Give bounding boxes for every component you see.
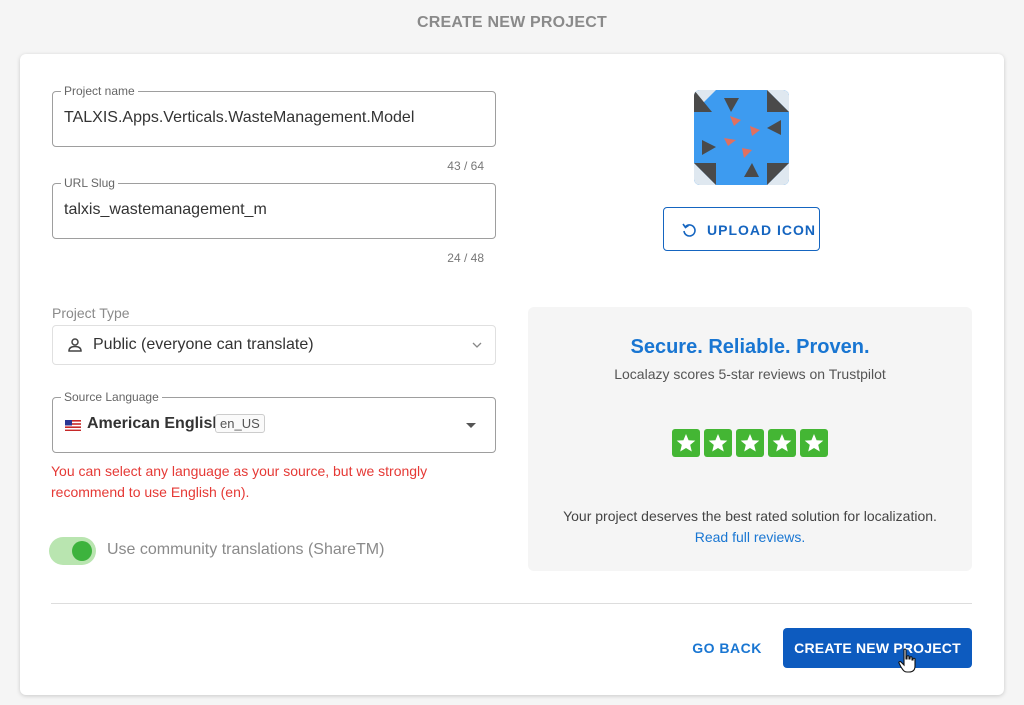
star-icon [736, 429, 764, 457]
promo-subtitle: Localazy scores 5-star reviews on Trustp… [614, 366, 886, 382]
community-translations-toggle[interactable] [49, 537, 96, 565]
promo-title: Secure. Reliable. Proven. [630, 336, 870, 358]
project-type-label: Project Type [52, 305, 130, 321]
create-project-button[interactable]: CREATE NEW PROJECT [783, 628, 972, 668]
source-language-label: Source Language [61, 390, 162, 404]
hand-cursor-icon [898, 648, 916, 673]
url-slug-label: URL Slug [61, 176, 118, 190]
project-name-label: Project name [61, 84, 138, 98]
star-icon [704, 429, 732, 457]
project-icon-preview [694, 90, 789, 185]
project-name-field[interactable]: Project name TALXIS.Apps.Verticals.Waste… [52, 84, 496, 147]
project-type-value: Public (everyone can translate) [93, 336, 314, 353]
read-reviews-link[interactable]: Read full reviews. [528, 529, 972, 545]
go-back-button[interactable]: GO BACK [684, 628, 770, 668]
chevron-down-icon [472, 342, 482, 348]
star-icon [800, 429, 828, 457]
project-name-counter: 43 / 64 [447, 159, 484, 173]
dropdown-arrow-icon [466, 423, 476, 428]
project-name-input[interactable]: TALXIS.Apps.Verticals.WasteManagement.Mo… [64, 109, 414, 127]
create-project-card: Project name TALXIS.Apps.Verticals.Waste… [20, 54, 1004, 695]
url-slug-input[interactable]: talxis_wastemanagement_m [64, 201, 267, 219]
source-language-name: American English [87, 415, 223, 432]
project-pattern-icon [694, 90, 789, 185]
source-language-code-badge: en_US [215, 414, 265, 433]
trustpilot-promo-panel: Secure. Reliable. Proven. Localazy score… [528, 307, 972, 571]
promo-text: Your project deserves the best rated sol… [563, 508, 937, 524]
upload-icon-button[interactable]: UPLOAD ICON [663, 207, 820, 251]
url-slug-field[interactable]: URL Slug talxis_wastemanagement_m [52, 176, 496, 239]
toggle-knob [72, 541, 92, 561]
rotate-left-icon [682, 223, 696, 237]
page-title: CREATE NEW PROJECT [417, 14, 607, 31]
project-type-select[interactable]: Public (everyone can translate) [52, 325, 496, 365]
source-language-select[interactable]: Source Language American English en_US [52, 390, 496, 453]
source-language-warning: You can select any language as your sour… [51, 463, 428, 500]
star-rating [672, 429, 828, 457]
footer-divider [51, 603, 972, 604]
us-flag-icon [65, 420, 81, 431]
url-slug-counter: 24 / 48 [447, 251, 484, 265]
community-translations-label: Use community translations (ShareTM) [107, 541, 385, 558]
star-icon [672, 429, 700, 457]
star-icon [768, 429, 796, 457]
person-icon [68, 338, 82, 352]
upload-icon-label: UPLOAD ICON [707, 222, 816, 238]
